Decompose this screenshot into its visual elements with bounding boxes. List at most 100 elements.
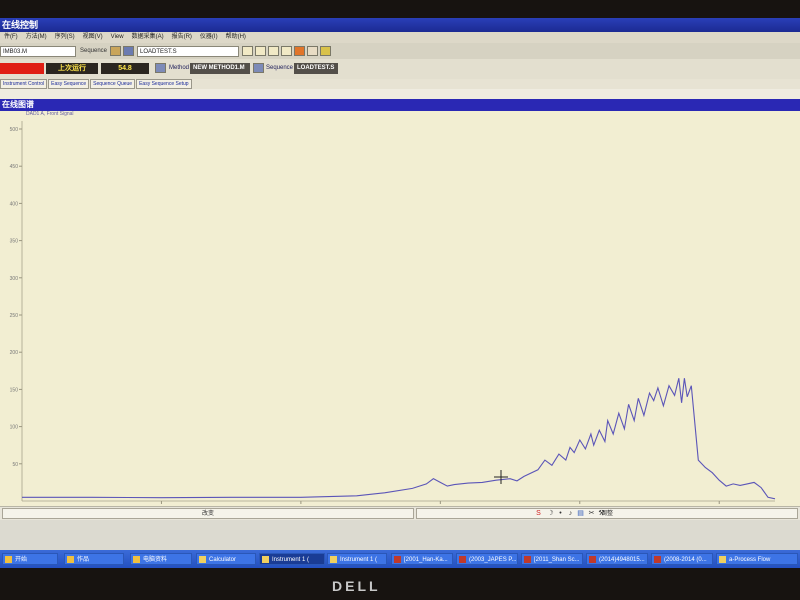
pdf-icon — [654, 556, 661, 563]
settings-icon[interactable] — [320, 46, 331, 56]
sequence-label: Sequence — [80, 48, 108, 54]
run-status-bar: 上次运行 54.8 Method NEW METHOD1.M Sequence … — [0, 59, 800, 79]
save-sequence-icon[interactable] — [123, 46, 134, 56]
sequence-icon — [253, 63, 264, 73]
sequence-status-label: Sequence — [266, 65, 294, 71]
sequence-table-icon[interactable] — [268, 46, 279, 56]
pdf-icon — [589, 556, 596, 563]
status-indicator — [0, 63, 44, 74]
menu-item[interactable]: 报告(R) — [172, 32, 192, 43]
signal-trace — [22, 378, 776, 500]
y-tick-label: 350 — [10, 239, 19, 245]
y-tick-label: 50 — [12, 462, 18, 468]
taskbar-item[interactable]: Calculator — [196, 553, 256, 565]
tab-easy-sequence-setup[interactable]: Easy Sequence Setup — [136, 79, 192, 89]
online-plot-banner: 在线图谱 — [0, 99, 800, 111]
status-strip — [0, 520, 800, 550]
main-toolbar: IMB03.M Sequence LOADTEST.S — [0, 43, 800, 59]
y-tick-label: 300 — [10, 276, 19, 282]
pdf-icon — [394, 556, 401, 563]
stop-icon[interactable] — [294, 46, 305, 56]
y-tick-label: 200 — [10, 350, 19, 356]
task-label: (2014)4948015... — [599, 557, 645, 563]
method-value: NEW METHOD1.M — [190, 63, 250, 74]
task-label: (2003_JAPES P... — [469, 557, 517, 563]
method-label: Method — [169, 65, 190, 71]
signal-label: DAD1 A, Front Signal — [26, 111, 74, 117]
run-status: 上次运行 — [46, 63, 98, 74]
menu-item[interactable]: 视图(V) — [83, 32, 103, 43]
pdf-icon — [459, 556, 466, 563]
method-select[interactable]: IMB03.M — [0, 46, 76, 57]
task-label: a-Process Flow — [729, 557, 771, 563]
run-method-icon[interactable] — [242, 46, 253, 56]
taskbar-item[interactable]: [2011_Shan Sc... — [521, 553, 583, 565]
taskbar-item[interactable]: a-Process Flow — [716, 553, 798, 565]
y-tick-label: 450 — [10, 164, 19, 170]
application-screen: 在线控制 件(F) 方法(M) 序列(S) 视图(V) View 数据采集(A)… — [0, 18, 800, 568]
y-tick-label: 100 — [10, 425, 19, 431]
plot-panel: DAD1 A, Front Signal 50 100 150 200 250 300 35… — [0, 111, 800, 512]
taskbar-item[interactable]: (2008-2014 (0... — [651, 553, 713, 565]
task-label: Instrument 1 ( — [340, 557, 378, 563]
task-label: 开始 — [15, 557, 28, 563]
document-icon — [719, 556, 726, 563]
s-icon[interactable]: S — [534, 509, 543, 518]
y-tick-label: 150 — [10, 387, 19, 393]
pdf-icon — [524, 556, 531, 563]
change-field[interactable]: 改变 — [2, 508, 414, 519]
y-tick-label: 250 — [10, 313, 19, 319]
tab-easy-sequence[interactable]: Easy Sequence — [48, 79, 90, 89]
window-title: 在线控制 — [0, 18, 800, 32]
taskbar-item[interactable]: 作品 — [64, 553, 124, 565]
folder-icon — [67, 556, 74, 563]
run-time: 54.8 — [101, 63, 149, 74]
tools-icon[interactable]: ⚒ — [597, 509, 606, 518]
instrument-icon — [330, 556, 337, 563]
menu-bar: 件(F) 方法(M) 序列(S) 视图(V) View 数据采集(A) 报告(R… — [0, 32, 800, 43]
instrument-icon — [262, 556, 269, 563]
taskbar-item[interactable]: (2003_JAPES P... — [456, 553, 518, 565]
taskbar-item[interactable]: Instrument 1 ( — [327, 553, 387, 565]
moon-icon[interactable]: ☽ — [546, 509, 555, 518]
keyboard-icon[interactable]: ▤ — [576, 509, 585, 518]
menu-item[interactable]: 帮助(H) — [226, 32, 246, 43]
dot-icon[interactable]: • — [556, 509, 565, 518]
start-icon — [5, 556, 12, 563]
sequence-select[interactable]: LOADTEST.S — [137, 46, 239, 57]
method-icon — [155, 63, 166, 73]
help-icon[interactable] — [307, 46, 318, 56]
monitor-brand: DELL — [332, 578, 381, 594]
task-label: 电脑资料 — [143, 557, 168, 563]
run-sequence-icon[interactable] — [255, 46, 266, 56]
tab-instrument-control[interactable]: Instrument Control — [0, 79, 48, 89]
menu-item[interactable]: View — [111, 32, 124, 43]
menu-item[interactable]: 方法(M) — [26, 32, 47, 43]
tab-sequence-queue[interactable]: Sequence Queue — [90, 79, 136, 89]
view-tabs: Instrument Control Easy Sequence Sequenc… — [0, 79, 800, 89]
instrument-icon[interactable] — [281, 46, 292, 56]
shirt-icon[interactable]: ✂ — [587, 509, 596, 518]
task-label: [2001_Han-Ka... — [404, 557, 448, 563]
menu-item[interactable]: 序列(S) — [55, 32, 75, 43]
chromatogram-chart[interactable]: 50100150200250300350400450500 1020304050 — [0, 111, 800, 512]
adjust-field[interactable]: 调整 — [416, 508, 798, 519]
taskbar-item[interactable]: (2014)4948015... — [586, 553, 648, 565]
taskbar-start[interactable]: 开始 — [2, 553, 58, 565]
open-sequence-icon[interactable] — [110, 46, 121, 56]
taskbar-item[interactable]: [2001_Han-Ka... — [391, 553, 453, 565]
taskbar-item[interactable]: Instrument 1 ( — [259, 553, 325, 565]
task-label: Instrument 1 ( — [272, 557, 310, 563]
task-label: Calculator — [209, 557, 237, 563]
task-label: 作品 — [77, 557, 90, 563]
task-label: (2008-2014 (0... — [664, 557, 707, 563]
y-tick-label: 500 — [10, 127, 19, 133]
menu-item[interactable]: 件(F) — [4, 32, 18, 43]
voice-icon[interactable]: ♪ — [566, 509, 575, 518]
taskbar-item[interactable]: 电脑资料 — [130, 553, 192, 565]
windows-taskbar: 开始 作品 电脑资料 Calculator Instrument 1 ( Ins… — [0, 550, 800, 568]
calculator-icon — [199, 556, 206, 563]
menu-item[interactable]: 仪器(I) — [200, 32, 218, 43]
task-label: [2011_Shan Sc... — [534, 557, 580, 563]
menu-item[interactable]: 数据采集(A) — [132, 32, 164, 43]
